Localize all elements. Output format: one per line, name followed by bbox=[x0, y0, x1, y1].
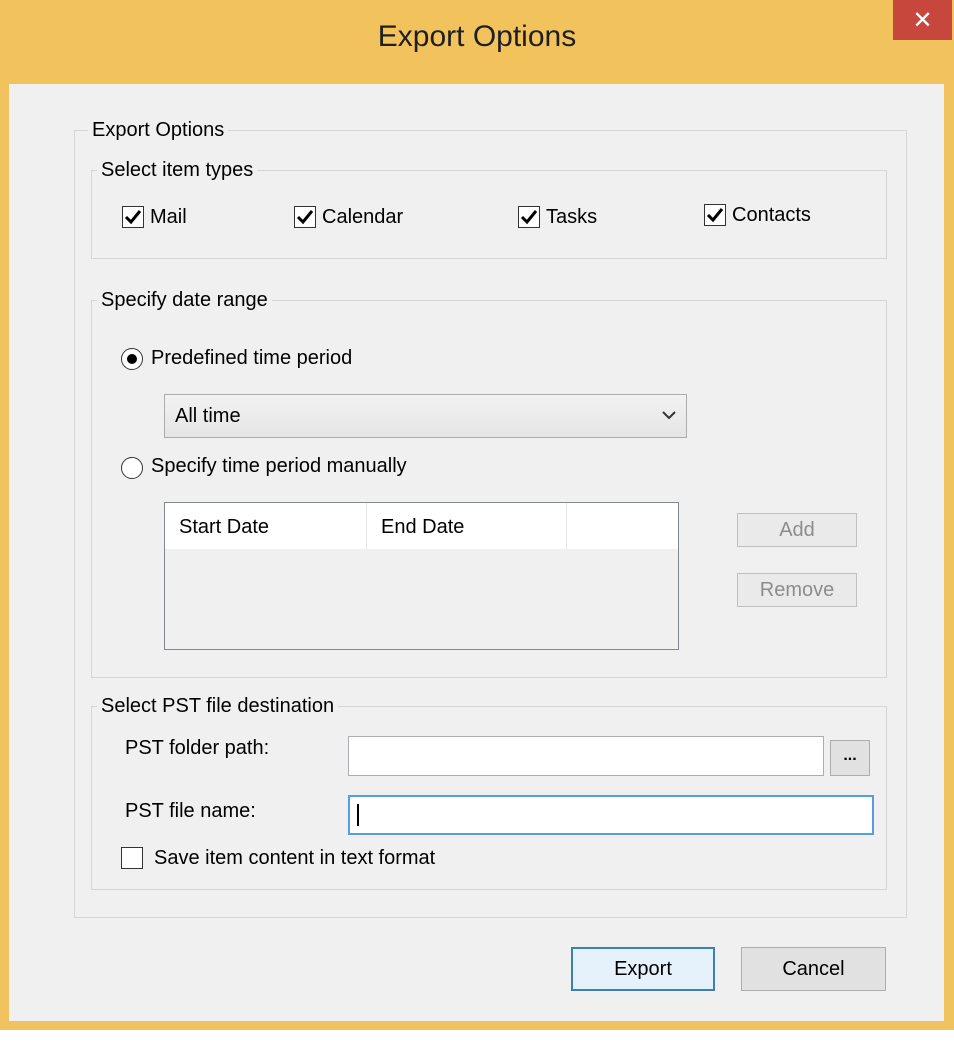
manual-period-radio[interactable] bbox=[121, 457, 143, 479]
checkmark-icon bbox=[124, 210, 142, 225]
time-period-select[interactable]: All time bbox=[164, 394, 687, 438]
calendar-label[interactable]: Calendar bbox=[322, 206, 403, 229]
contacts-checkbox[interactable] bbox=[704, 204, 726, 226]
date-range-table[interactable]: Start Date End Date bbox=[164, 502, 679, 650]
empty-column-header[interactable] bbox=[567, 503, 679, 549]
close-button[interactable]: ✕ bbox=[893, 0, 952, 40]
text-caret bbox=[357, 804, 359, 826]
window-title: Export Options bbox=[377, 20, 577, 53]
item-types-group: Select item types Mail Calendar Tasks Co… bbox=[91, 159, 887, 259]
checkmark-icon bbox=[520, 210, 538, 225]
folder-path-input[interactable] bbox=[348, 736, 824, 776]
end-date-column-header[interactable]: End Date bbox=[367, 503, 567, 549]
add-date-button[interactable]: Add bbox=[737, 513, 857, 547]
tasks-label[interactable]: Tasks bbox=[546, 206, 597, 229]
browse-button[interactable]: ... bbox=[830, 740, 870, 776]
destination-legend: Select PST file destination bbox=[97, 695, 339, 718]
radio-selected-dot bbox=[127, 354, 137, 364]
export-options-legend: Export Options bbox=[88, 119, 229, 142]
dialog-window: Export Options ✕ Export Options Select i… bbox=[0, 0, 954, 1030]
text-format-checkbox[interactable] bbox=[121, 847, 143, 869]
mail-checkbox[interactable] bbox=[122, 206, 144, 228]
tasks-checkbox[interactable] bbox=[518, 206, 540, 228]
manual-period-label[interactable]: Specify time period manually bbox=[151, 455, 407, 478]
calendar-checkbox[interactable] bbox=[294, 206, 316, 228]
item-types-legend: Select item types bbox=[97, 159, 258, 182]
title-bar[interactable]: Export Options ✕ bbox=[0, 0, 954, 84]
export-button[interactable]: Export bbox=[571, 947, 715, 991]
chevron-down-icon bbox=[662, 411, 676, 420]
start-date-column-header[interactable]: Start Date bbox=[165, 503, 367, 549]
contacts-label[interactable]: Contacts bbox=[732, 204, 811, 227]
date-range-group: Specify date range Predefined time perio… bbox=[91, 289, 887, 678]
mail-label[interactable]: Mail bbox=[150, 206, 187, 229]
cancel-button[interactable]: Cancel bbox=[741, 947, 886, 991]
checkmark-icon bbox=[706, 208, 724, 223]
file-name-label: PST file name: bbox=[125, 800, 256, 822]
remove-date-button[interactable]: Remove bbox=[737, 573, 857, 607]
file-name-input[interactable] bbox=[348, 795, 874, 835]
destination-group: Select PST file destination PST folder p… bbox=[91, 695, 887, 890]
dialog-client-area: Export Options Select item types Mail Ca… bbox=[9, 84, 944, 1021]
time-period-select-value: All time bbox=[175, 405, 241, 427]
table-header: Start Date End Date bbox=[165, 503, 678, 550]
close-icon[interactable]: ✕ bbox=[912, 6, 932, 35]
date-range-legend: Specify date range bbox=[97, 289, 272, 312]
text-format-label[interactable]: Save item content in text format bbox=[154, 847, 435, 870]
folder-path-label: PST folder path: bbox=[125, 737, 270, 759]
predefined-period-radio[interactable] bbox=[121, 348, 143, 370]
checkmark-icon bbox=[296, 210, 314, 225]
predefined-period-label[interactable]: Predefined time period bbox=[151, 347, 352, 370]
